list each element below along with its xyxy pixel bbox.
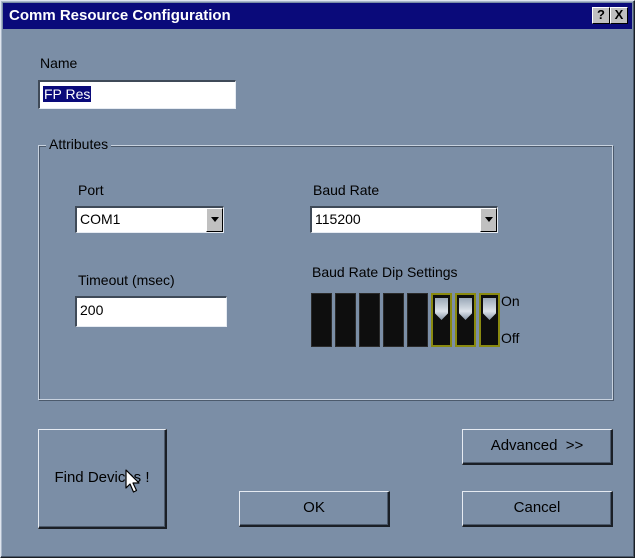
dip-knob-icon: [435, 298, 448, 320]
mouse-cursor-icon: [125, 469, 140, 493]
port-label: Port: [78, 182, 104, 198]
dip-switch-1[interactable]: [311, 293, 332, 347]
dip-switch-7[interactable]: [455, 293, 476, 347]
name-label: Name: [40, 55, 78, 71]
attributes-group-title: Attributes: [46, 136, 112, 152]
ok-button[interactable]: OK: [239, 491, 390, 527]
cancel-button[interactable]: Cancel: [462, 491, 613, 527]
dip-switch-3[interactable]: [359, 293, 380, 347]
timeout-value: 200: [80, 302, 104, 318]
dip-switch-4[interactable]: [383, 293, 404, 347]
timeout-label: Timeout (msec): [78, 272, 175, 288]
find-devices-button[interactable]: Find Devices !: [38, 429, 167, 529]
port-value: COM1: [80, 211, 121, 227]
dip-settings-label: Baud Rate Dip Settings: [312, 264, 458, 280]
baud-rate-select[interactable]: 115200: [310, 206, 498, 233]
name-field[interactable]: FP Res: [38, 80, 236, 109]
window-title: Comm Resource Configuration: [9, 7, 231, 24]
port-select[interactable]: COM1: [75, 206, 224, 233]
port-dropdown-icon[interactable]: [206, 208, 223, 232]
dip-off-label: Off: [501, 330, 520, 346]
dip-switch-8[interactable]: [479, 293, 500, 347]
dip-switch-6[interactable]: [431, 293, 452, 347]
dip-knob-icon: [459, 298, 472, 320]
dip-switch-2[interactable]: [335, 293, 356, 347]
baud-rate-dropdown-icon[interactable]: [480, 208, 497, 232]
name-value: FP Res: [43, 86, 92, 102]
advanced-label: Advanced >>: [490, 437, 584, 454]
dip-switch-5[interactable]: [407, 293, 428, 347]
advanced-button[interactable]: Advanced >>: [462, 429, 613, 465]
ok-label: OK: [303, 499, 325, 516]
baud-rate-value: 115200: [315, 211, 361, 227]
baud-rate-label: Baud Rate: [313, 182, 380, 198]
close-button[interactable]: X: [610, 7, 628, 24]
timeout-field[interactable]: 200: [75, 296, 227, 327]
dip-on-label: On: [501, 293, 520, 309]
comm-resource-dialog: Comm Resource Configuration ? X Name FP …: [0, 0, 635, 558]
help-button[interactable]: ?: [592, 7, 610, 24]
title-bar: Comm Resource Configuration ? X: [3, 3, 632, 29]
dip-knob-icon: [483, 298, 496, 320]
cancel-label: Cancel: [513, 499, 561, 516]
